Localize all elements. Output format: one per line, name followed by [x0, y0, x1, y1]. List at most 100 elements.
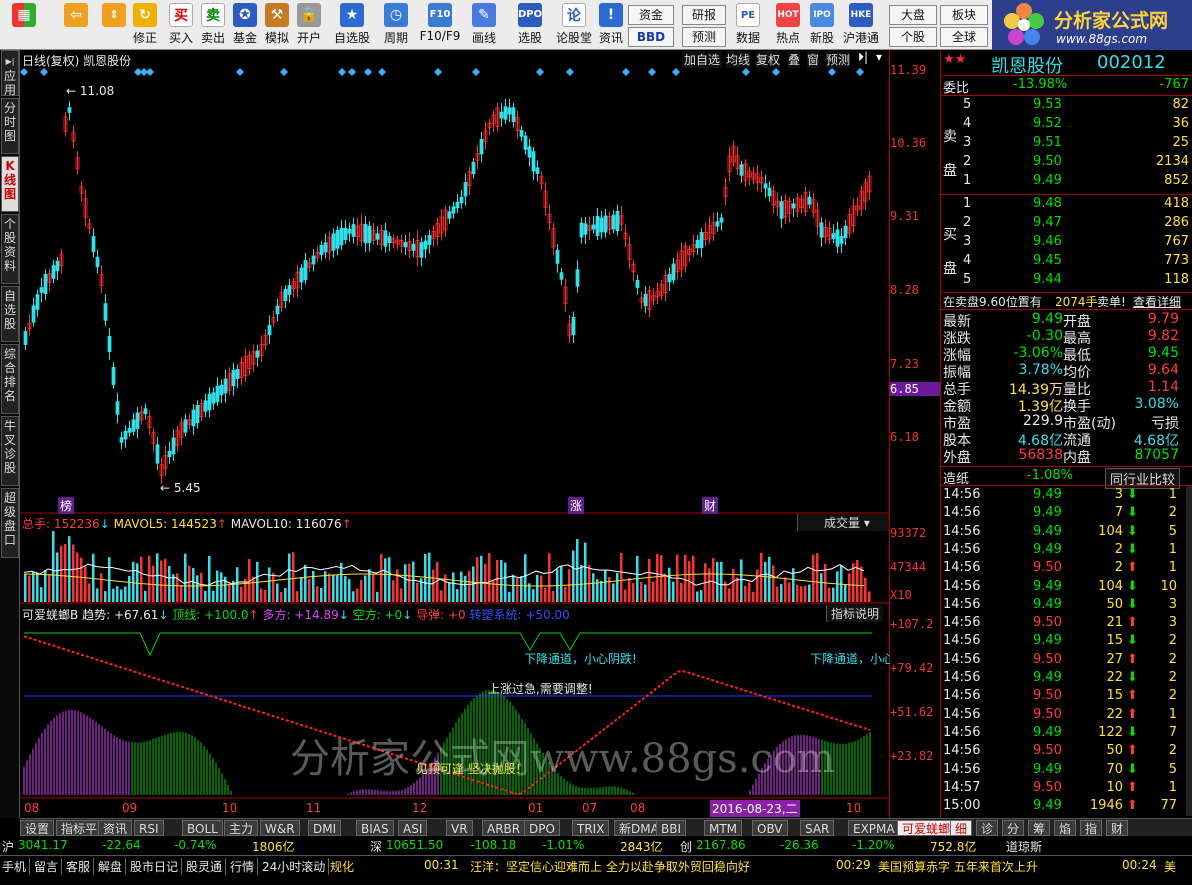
left-tab-watchlist[interactable]: 自选股 — [1, 286, 19, 342]
quote-tab[interactable]: 筹 — [1028, 820, 1051, 836]
toolbar-fund-button[interactable]: ✪ 基金 — [230, 2, 260, 48]
toolbar-simulate-button[interactable]: ⚒ 模拟 — [262, 2, 292, 48]
bid-row[interactable]: 5 9.44 118 — [941, 272, 1192, 290]
event-diamond[interactable] — [348, 68, 356, 76]
toolbar-open-account-button[interactable]: 🔒 开户 — [294, 2, 324, 48]
status-item[interactable]: 手机 — [2, 858, 31, 875]
sector-button[interactable]: 板块 — [940, 5, 988, 25]
event-diamond[interactable] — [280, 68, 288, 76]
marker-finance[interactable]: 财 — [702, 497, 719, 514]
indicator-tab[interactable]: MTM — [704, 820, 743, 836]
news-headline-3[interactable]: 美 — [1164, 858, 1176, 875]
market-button[interactable]: 大盘 — [889, 5, 937, 25]
ask-row[interactable]: 2 9.50 2134 — [941, 154, 1192, 172]
event-diamond[interactable] — [672, 68, 680, 76]
event-diamond[interactable] — [828, 68, 836, 76]
event-diamond[interactable] — [856, 68, 864, 76]
bid-row[interactable]: 1 9.48 418 — [941, 196, 1192, 214]
toolbar-sell-button[interactable]: 卖 卖出 — [198, 2, 228, 48]
notice-detail-link[interactable]: 查看详细 — [1133, 293, 1181, 310]
event-diamond[interactable] — [772, 68, 780, 76]
indicator-tab[interactable]: SAR — [800, 820, 835, 836]
marker-rank[interactable]: 榜 — [58, 497, 75, 514]
event-diamond[interactable] — [236, 68, 244, 76]
indicator-help-button[interactable]: 指标说明 — [826, 605, 884, 622]
toolbar-hk-connect-button[interactable]: HKE 沪港通 — [841, 2, 881, 48]
indicator-tab[interactable]: W&R — [260, 820, 300, 836]
toolbar-updown-button[interactable]: ⇕ — [100, 2, 128, 48]
event-diamond[interactable] — [622, 68, 630, 76]
marker-limit-up[interactable]: 涨 — [568, 497, 585, 514]
event-diamond[interactable] — [378, 68, 386, 76]
indicator-tab[interactable]: BBI — [656, 820, 687, 836]
stock-button[interactable]: 个股 — [889, 27, 937, 47]
left-tab-kline[interactable]: K线图 — [1, 156, 19, 212]
quote-tab[interactable]: 诊 — [976, 820, 999, 836]
indicator-tab[interactable]: BOLL — [182, 820, 223, 836]
event-diamond[interactable] — [364, 68, 372, 76]
left-tab-timeshare[interactable]: 分时图 — [1, 98, 19, 154]
news-headline-2[interactable]: 美国预算赤字 五年来首次上升 — [878, 858, 1038, 875]
indicator-tab[interactable]: BIAS — [356, 820, 394, 836]
toolbar-refresh-button[interactable]: ↻ 修正 — [130, 2, 160, 48]
ask-row[interactable]: 1 9.49 852 — [941, 173, 1192, 191]
ticks-scrollbar[interactable] — [1186, 486, 1192, 816]
news-headline-1[interactable]: 汪洋：坚定信心迎难而上 全力以赴争取外贸回稳向好 — [470, 858, 750, 875]
ask-row[interactable]: 5 9.53 82 — [941, 97, 1192, 115]
toolbar-f10-button[interactable]: F10 F10/F9 — [418, 2, 462, 48]
fund-flow-button[interactable]: 资金 — [628, 5, 674, 25]
index-name[interactable]: 创 — [680, 838, 692, 855]
indicator-tab[interactable]: DMI — [308, 820, 342, 836]
indicator-tab[interactable]: RSI — [134, 820, 164, 836]
bid-row[interactable]: 4 9.45 773 — [941, 253, 1192, 271]
toolbar-period-button[interactable]: ◷ 周期 — [376, 2, 416, 48]
toolbar-info-button[interactable]: ! 资讯 — [596, 2, 626, 48]
toolbar-data-button[interactable]: PE 数据 — [733, 2, 763, 48]
ask-row[interactable]: 4 9.52 36 — [941, 116, 1192, 134]
toolbar-watchlist-button[interactable]: ★ 自选股 — [330, 2, 374, 48]
left-tab-profile[interactable]: 个股资料 — [1, 214, 19, 284]
toolbar-ipo-button[interactable]: IPO 新股 — [807, 2, 837, 48]
left-tab-super-quote[interactable]: 超级盘口 — [1, 488, 19, 558]
indicator-tab[interactable]: VR — [446, 820, 473, 836]
indicator-tab[interactable]: TRIX — [572, 820, 610, 836]
event-diamond[interactable] — [472, 68, 480, 76]
event-diamond[interactable] — [648, 68, 656, 76]
event-diamond[interactable] — [566, 68, 574, 76]
toolbar-hot-button[interactable]: HOT 热点 — [773, 2, 803, 48]
indicator-tab[interactable]: ARBR — [482, 820, 526, 836]
event-diamond[interactable] — [146, 68, 154, 76]
index-name[interactable]: 沪 — [2, 838, 14, 855]
toolbar-draw-button[interactable]: ✎ 画线 — [466, 2, 502, 48]
toolbar-back-button[interactable]: ⇦ — [58, 2, 94, 48]
quote-tab[interactable]: 细 — [950, 820, 973, 836]
research-button[interactable]: 研报 — [682, 5, 726, 25]
indicator-tab[interactable]: EXPMA — [848, 820, 900, 836]
event-diamond[interactable] — [536, 68, 544, 76]
status-item[interactable]: 客服 — [66, 858, 95, 875]
quote-tab[interactable]: 焰 — [1054, 820, 1077, 836]
bid-row[interactable]: 2 9.47 286 — [941, 215, 1192, 233]
left-tab-diagnosis[interactable]: 牛叉诊股 — [1, 416, 19, 486]
status-item[interactable]: 解盘 — [98, 858, 127, 875]
indicator-tab[interactable]: ASI — [398, 820, 428, 836]
quote-tab[interactable]: 指 — [1080, 820, 1103, 836]
star-icon[interactable]: ★★ — [943, 52, 966, 67]
bid-row[interactable]: 3 9.46 767 — [941, 234, 1192, 252]
left-tab-apps[interactable]: ▶| 应用 — [1, 50, 19, 97]
toolbar-forum-button[interactable]: 论 论股堂 — [554, 2, 594, 48]
index-name[interactable]: 道琼斯 — [1006, 838, 1042, 855]
kline-chart-area[interactable]: 日线(复权) 凯恩股份 加自选 均线 复权 叠 窗 预测 ⏵| ▾ ← 11.0… — [20, 50, 894, 818]
forecast-button[interactable]: 预测 — [682, 27, 726, 47]
indicator-tab[interactable]: 设置 — [20, 820, 55, 836]
global-button[interactable]: 全球 — [940, 27, 988, 47]
indicator-tab[interactable]: OBV — [752, 820, 788, 836]
volume-indicator-select[interactable]: 成交量 ▾ — [797, 514, 889, 531]
event-diamond[interactable] — [40, 68, 48, 76]
quote-tab[interactable]: 分 — [1002, 820, 1025, 836]
quote-tab[interactable]: 财 — [1106, 820, 1129, 836]
bbd-button[interactable]: BBD — [628, 27, 674, 47]
status-item[interactable]: 股市日记 — [130, 858, 183, 875]
status-item[interactable]: 留言 — [34, 858, 63, 875]
left-tab-ranking[interactable]: 综合排名 — [1, 344, 19, 414]
